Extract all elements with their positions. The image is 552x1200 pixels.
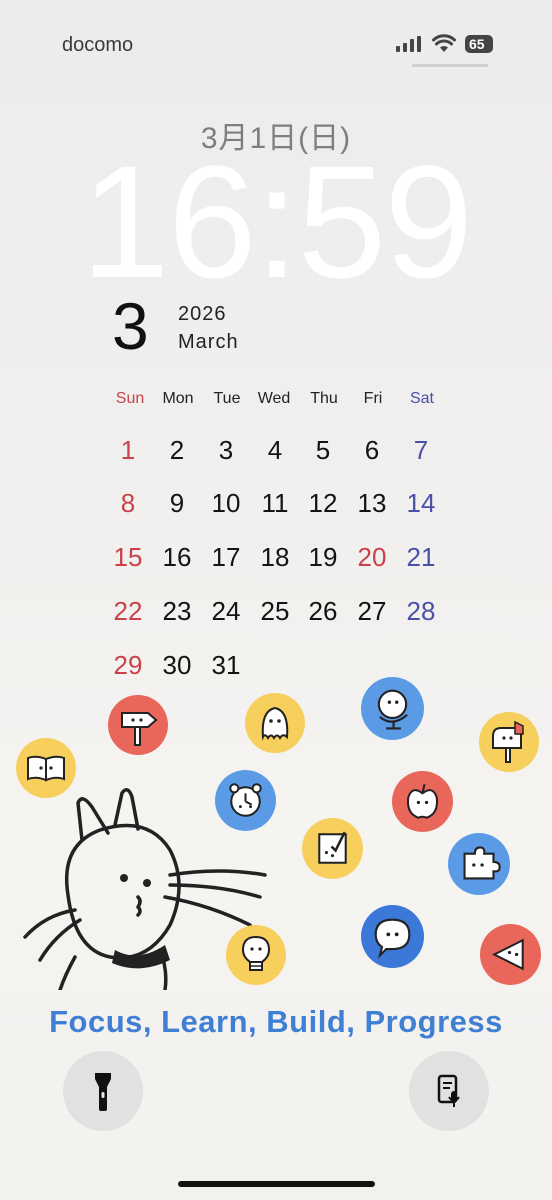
calendar-day: 18 xyxy=(260,542,290,572)
calendar-day: 24 xyxy=(211,596,241,626)
calendar-day: 9 xyxy=(169,488,185,518)
calendar-day: 5 xyxy=(315,435,331,465)
calendar-day: 21 xyxy=(406,542,436,572)
calendar-day: 29 xyxy=(113,650,143,680)
calendar-day: 13 xyxy=(357,488,387,518)
weekday-thu: Thu xyxy=(310,390,338,407)
calendar-day: 14 xyxy=(406,488,436,518)
calendar-day: 7 xyxy=(413,435,429,465)
calendar-day: 25 xyxy=(260,596,290,626)
flashlight-icon xyxy=(95,1073,111,1111)
calendar-day: 12 xyxy=(308,488,338,518)
book-icon xyxy=(16,738,76,798)
calendar-year: 2026 xyxy=(178,303,227,325)
calendar-day: 31 xyxy=(211,650,241,680)
checklist-icon xyxy=(302,818,363,879)
calendar-day: 3 xyxy=(218,435,234,465)
calendar-day: 28 xyxy=(406,596,436,626)
calendar-day: 23 xyxy=(162,596,192,626)
calendar-month-number: 3 xyxy=(112,289,149,363)
home-indicator[interactable] xyxy=(178,1181,375,1187)
carrier-name: docomo xyxy=(62,34,134,56)
calendar-day: 17 xyxy=(211,542,241,572)
battery-indicator: 65 xyxy=(465,35,493,53)
flashlight-button[interactable] xyxy=(63,1051,143,1131)
wallpaper-slogan: Focus, Learn, Build, Progress xyxy=(49,1004,503,1039)
calendar-day: 1 xyxy=(120,435,136,465)
calendar-day: 30 xyxy=(162,650,192,680)
calendar-month-name: March xyxy=(178,331,239,353)
play-back-icon xyxy=(480,924,541,985)
weekday-sat: Sat xyxy=(409,390,434,407)
lightbulb-icon xyxy=(226,925,286,985)
ghost-icon xyxy=(245,693,305,753)
voice-memo-button[interactable] xyxy=(409,1051,489,1131)
calendar-day: 15 xyxy=(113,542,143,572)
mailbox-icon xyxy=(479,712,539,772)
weekday-wed: Wed xyxy=(257,390,291,407)
calendar-day: 22 xyxy=(113,596,143,626)
notification-handle[interactable] xyxy=(412,64,488,67)
calendar-day: 16 xyxy=(162,542,192,572)
calendar-day: 27 xyxy=(357,596,387,626)
weekday-mon: Mon xyxy=(162,390,194,407)
signpost-icon xyxy=(108,695,168,755)
alarm-clock-icon xyxy=(215,770,276,831)
calendar-day: 10 xyxy=(211,488,241,518)
cellular-signal-icon xyxy=(396,36,422,52)
voice-memo-icon xyxy=(437,1074,460,1107)
calendar-day: 8 xyxy=(120,488,136,518)
calendar-day: 6 xyxy=(364,435,380,465)
calendar-day: 19 xyxy=(308,542,338,572)
puzzle-icon xyxy=(448,833,510,895)
calendar-day: 26 xyxy=(308,596,338,626)
weekday-tue: Tue xyxy=(213,390,241,407)
calendar-day-holiday: 20 xyxy=(357,542,387,572)
weekday-sun: Sun xyxy=(115,390,145,407)
apple-icon xyxy=(392,771,453,832)
lockscreen-clock[interactable]: 16:59 xyxy=(0,142,552,302)
speech-bubble-icon xyxy=(361,905,424,968)
weekday-fri: Fri xyxy=(363,390,383,407)
calendar-day: 2 xyxy=(169,435,185,465)
calendar-day: 11 xyxy=(261,488,289,518)
wifi-icon xyxy=(432,34,456,53)
calendar-day: 4 xyxy=(267,435,283,465)
globe-icon xyxy=(361,677,424,740)
